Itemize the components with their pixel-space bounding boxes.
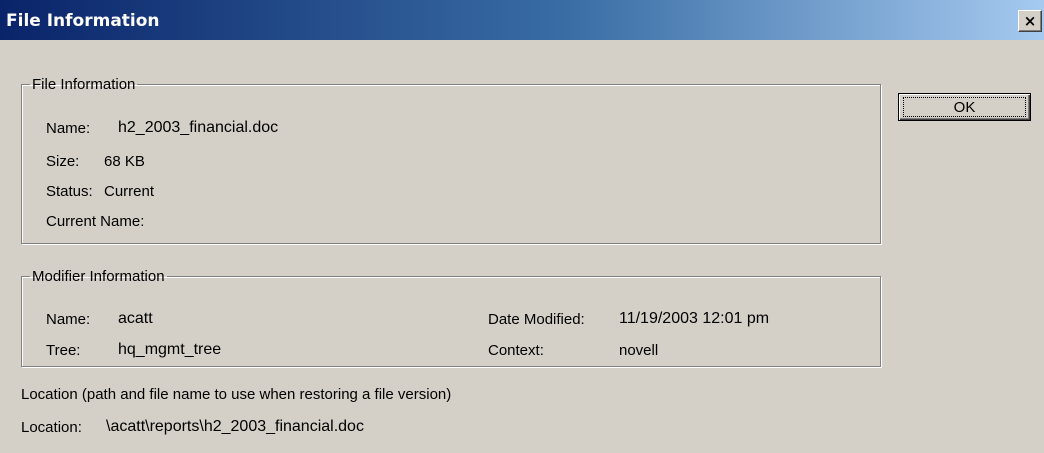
close-icon[interactable]: × — [1018, 10, 1042, 32]
file-information-group: File Information — [21, 76, 881, 244]
location-label: Location: — [21, 419, 82, 436]
file-size-label: Size: — [46, 153, 80, 170]
date-modified-value: 11/19/2003 12:01 pm — [619, 310, 770, 327]
context-label: Context: — [488, 342, 544, 359]
date-modified-label: Date Modified: — [488, 311, 585, 328]
modifier-name-label: Name: — [46, 311, 91, 328]
modifier-name-value: acatt — [118, 310, 153, 327]
file-information-legend: File Information — [32, 76, 136, 93]
window-title: File Information — [6, 11, 160, 31]
tree-value: hq_mgmt_tree — [118, 341, 222, 358]
close-glyph: × — [1023, 11, 1037, 30]
current-name-label: Current Name: — [46, 213, 145, 230]
file-size-value: 68 KB — [104, 153, 145, 170]
file-name-value: h2_2003_financial.doc — [118, 119, 279, 136]
location-value: \acatt\reports\h2_2003_financial.doc — [106, 418, 364, 435]
file-status-value: Current — [104, 183, 155, 200]
title-bar[interactable]: File Information × — [0, 0, 1044, 40]
context-value: novell — [619, 342, 659, 359]
ok-button[interactable]: OK — [898, 93, 1031, 121]
location-description: Location (path and file name to use when… — [21, 386, 452, 403]
modifier-information-legend: Modifier Information — [32, 268, 165, 285]
tree-label: Tree: — [46, 342, 81, 359]
file-name-label: Name: — [46, 120, 91, 137]
ok-button-label: OK — [953, 98, 976, 116]
file-status-label: Status: — [46, 183, 93, 200]
ok-focus-rect: OK — [903, 97, 1026, 117]
